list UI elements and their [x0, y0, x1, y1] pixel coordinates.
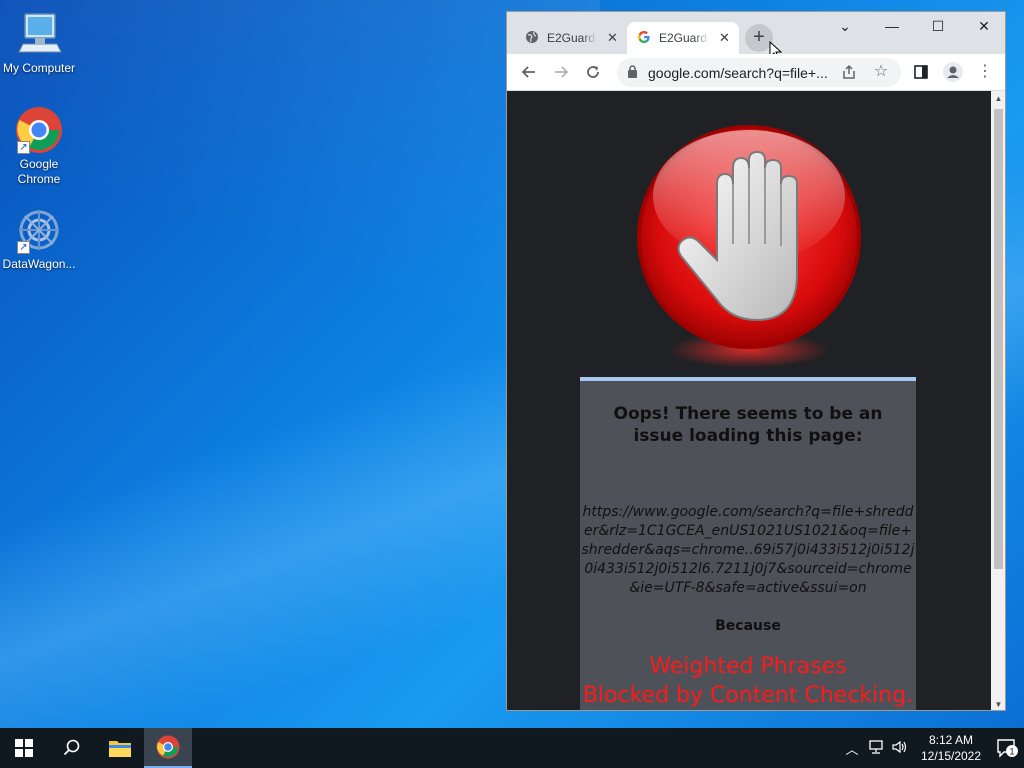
chrome-window: E2Guard ✕ E2Guard ✕ + ⌄ — ☐ ✕ google.com…: [506, 11, 1006, 711]
search-button[interactable]: [48, 728, 96, 768]
blocked-url: https://www.google.com/search?q=file+shr…: [581, 504, 915, 596]
scroll-down-icon[interactable]: ▼: [994, 700, 1003, 709]
computer-icon: [15, 10, 63, 58]
google-icon: [637, 30, 651, 47]
network-icon[interactable]: [864, 739, 888, 757]
minimize-button[interactable]: —: [869, 12, 915, 40]
side-panel-icon[interactable]: [909, 60, 933, 84]
maximize-button[interactable]: ☐: [915, 12, 961, 40]
shortcut-arrow-icon: ↗: [17, 241, 30, 254]
block-message-box: Oops! There seems to be an issue loading…: [580, 377, 916, 710]
clock-date: 12/15/2022: [920, 749, 982, 763]
globe-icon: [525, 30, 539, 47]
system-tray: ︿ 8:12 AM 12/15/2022 1: [840, 728, 1024, 768]
close-window-button[interactable]: ✕: [961, 12, 1005, 40]
page-content: Oops! There seems to be an issue loading…: [507, 91, 991, 710]
browser-toolbar: google.com/search?q=file+... ☆ ⋮: [507, 54, 1005, 91]
because-label: Because: [715, 618, 781, 634]
notification-icon: 1: [997, 739, 1018, 758]
more-menu-icon[interactable]: ⋮: [973, 60, 997, 84]
desktop-icon-label: My Computer: [2, 61, 76, 75]
desktop-icon-label: DataWagon...: [2, 257, 76, 271]
lock-icon: [627, 64, 638, 81]
block-reason: Weighted Phrases Blocked by Content Chec…: [580, 652, 916, 710]
chevron-up-icon[interactable]: ︿: [840, 739, 864, 758]
volume-icon[interactable]: [888, 740, 912, 757]
vertical-scrollbar[interactable]: ▲ ▼: [991, 91, 1005, 710]
desktop-icon-my-computer[interactable]: My Computer: [0, 10, 78, 76]
tab-close-icon[interactable]: ✕: [719, 30, 730, 46]
chrome-taskbar-button[interactable]: [144, 728, 192, 768]
notification-count: 1: [1009, 747, 1014, 757]
bookmark-star-icon[interactable]: ☆: [869, 60, 893, 84]
shortcut-arrow-icon: ↗: [17, 141, 30, 154]
reload-icon[interactable]: [581, 60, 605, 84]
desktop-icon-google-chrome[interactable]: ↗ Google Chrome: [0, 106, 78, 187]
clock-time: 8:12 AM: [928, 733, 974, 747]
tab-search-button[interactable]: ⌄: [822, 12, 868, 40]
file-explorer-button[interactable]: [96, 728, 144, 768]
block-heading: Oops! There seems to be an issue loading…: [613, 404, 883, 446]
scroll-up-icon[interactable]: ▲: [994, 94, 1003, 103]
block-reason-line: Blocked by Content Checking.: [582, 683, 914, 708]
start-button[interactable]: [0, 728, 48, 768]
windows-logo-icon: [15, 739, 33, 757]
back-arrow-icon[interactable]: [517, 60, 541, 84]
scrollbar-thumb[interactable]: [994, 109, 1003, 569]
share-icon[interactable]: [837, 60, 861, 84]
desktop-icon-datawagon[interactable]: ↗ DataWagon...: [0, 206, 78, 272]
desktop-icon-label: Google Chrome: [17, 157, 61, 186]
taskbar: ︿ 8:12 AM 12/15/2022 1: [0, 728, 1024, 768]
clock[interactable]: 8:12 AM 12/15/2022: [912, 732, 990, 764]
tab-strip: E2Guard ✕ E2Guard ✕ + ⌄ — ☐ ✕: [507, 12, 1005, 61]
search-icon: [63, 739, 80, 756]
folder-icon: [109, 741, 131, 757]
forward-arrow-icon[interactable]: [549, 60, 573, 84]
chrome-icon: ↗: [15, 106, 63, 154]
tab-e2guardian-1[interactable]: E2Guard ✕: [515, 22, 627, 54]
tab-title: E2Guard: [659, 31, 708, 45]
block-reason-line: Weighted Phrases: [649, 654, 847, 679]
chrome-icon: [156, 735, 180, 759]
address-text: google.com/search?q=file+...: [648, 64, 828, 81]
notification-center-button[interactable]: 1: [990, 728, 1024, 768]
stop-hand-icon: [637, 125, 861, 368]
datawagon-icon: ↗: [15, 206, 63, 254]
tab-title: E2Guard: [547, 31, 596, 45]
tab-close-icon[interactable]: ✕: [607, 30, 618, 46]
profile-avatar[interactable]: [941, 60, 965, 84]
tab-e2guardian-2[interactable]: E2Guard ✕: [627, 22, 739, 54]
